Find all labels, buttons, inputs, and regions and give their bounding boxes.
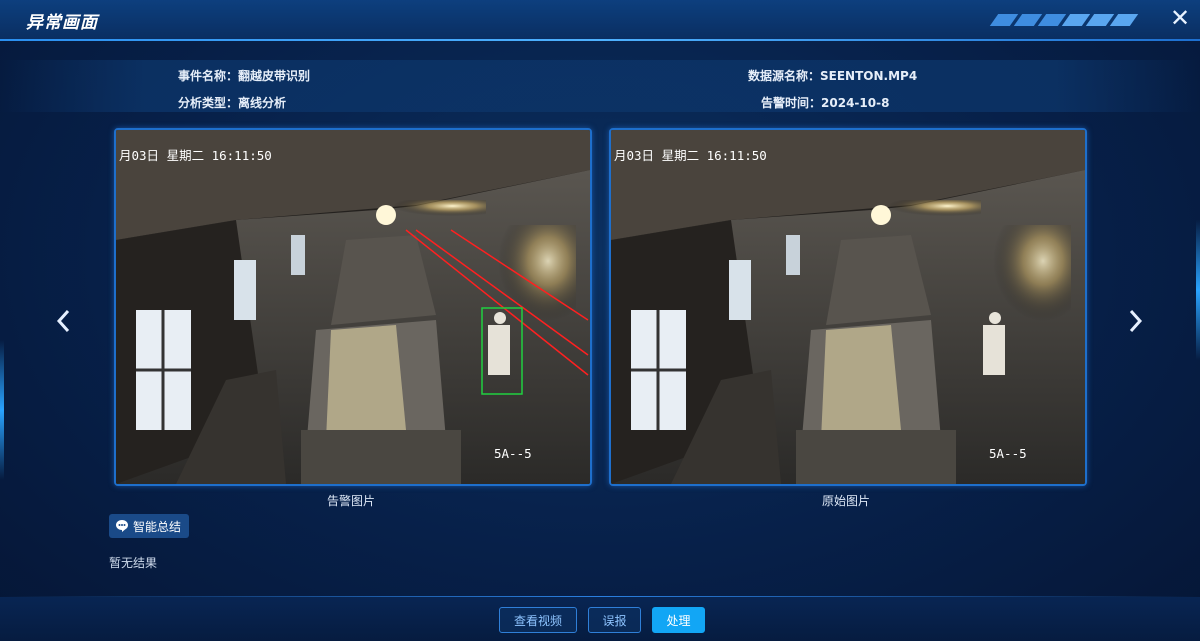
original-osd-camera: 5A--5 xyxy=(989,446,1027,461)
header-divider xyxy=(0,39,1200,41)
original-osd-time: 月03日 星期二 16:11:50 xyxy=(614,148,767,163)
smart-summary-tag: 智能总结 xyxy=(109,514,189,538)
header-decoration xyxy=(989,11,1154,26)
original-image[interactable]: 月03日 星期二 16:11:50 5A--5 xyxy=(609,128,1087,486)
chat-bubble-icon xyxy=(115,519,129,533)
close-icon[interactable]: ✕ xyxy=(1168,6,1192,31)
datasource-value: SEENTON.MP4 xyxy=(820,69,918,83)
left-edge-glow xyxy=(0,340,4,480)
handle-button[interactable]: 处理 xyxy=(652,607,705,633)
original-image-caption: 原始图片 xyxy=(821,494,870,508)
false-alarm-button[interactable]: 误报 xyxy=(588,607,641,633)
event-name: 事件名称：翻越皮带识别 xyxy=(178,67,310,84)
datasource-name: 数据源名称：SEENTON.MP4 xyxy=(748,67,917,84)
analysis-type-value: 离线分析 xyxy=(238,96,287,110)
right-edge-glow xyxy=(1196,220,1200,360)
smart-summary-label: 智能总结 xyxy=(133,519,182,534)
analysis-type: 分析类型：离线分析 xyxy=(178,94,286,111)
abnormal-frame-dialog: 异常画面 ✕ 事件名称：翻越皮带识别 分析类型：离线分析 数据源名称：SEENT… xyxy=(0,0,1200,641)
chevron-right-icon[interactable] xyxy=(1123,306,1147,336)
datasource-label: 数据源名称： xyxy=(748,69,821,83)
event-info-bar: 事件名称：翻越皮带识别 分析类型：离线分析 数据源名称：SEENTON.MP4 … xyxy=(0,60,1200,112)
event-name-value: 翻越皮带识别 xyxy=(238,69,311,83)
summary-result-text: 暂无结果 xyxy=(109,556,158,570)
chevron-left-icon[interactable] xyxy=(52,306,76,336)
alarm-time-label: 告警时间： xyxy=(761,96,822,110)
alarm-osd-time: 月03日 星期二 16:11:50 xyxy=(119,148,272,163)
alarm-image[interactable]: 月03日 星期二 16:11:50 5A--5 xyxy=(114,128,592,486)
alarm-osd-camera: 5A--5 xyxy=(494,446,532,461)
dialog-header: 异常画面 ✕ xyxy=(0,0,1200,40)
analysis-type-label: 分析类型： xyxy=(178,96,239,110)
alarm-image-caption: 告警图片 xyxy=(326,494,375,508)
alarm-time-value: 2024-10-8 xyxy=(821,96,890,110)
dialog-title: 异常画面 xyxy=(26,13,98,33)
view-video-button[interactable]: 查看视频 xyxy=(499,607,577,633)
event-name-label: 事件名称： xyxy=(178,69,239,83)
alarm-time: 告警时间：2024-10-8 xyxy=(761,94,889,111)
